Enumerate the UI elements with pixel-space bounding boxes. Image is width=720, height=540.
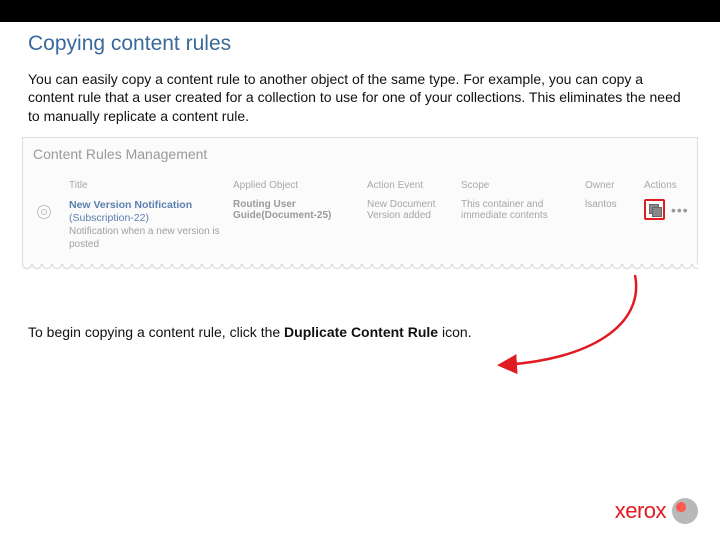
col-action: Action Event [367,180,457,191]
logo-sphere-icon [672,498,698,524]
panel-title: Content Rules Management [33,146,687,162]
logo-text: xerox [615,498,666,524]
page-title: Copying content rules [28,32,692,56]
page-content: Copying content rules You can easily cop… [0,22,720,340]
col-scope: Scope [461,180,581,191]
rule-subtitle: (Subscription-22) [69,212,229,224]
torn-edge-decoration [22,264,698,274]
cell-actions: ••• [644,199,704,220]
col-applied: Applied Object [233,180,363,191]
cell-title: New Version Notification (Subscription-2… [69,199,229,251]
rule-title-link[interactable]: New Version Notification [69,199,229,211]
intro-paragraph: You can easily copy a content rule to an… [28,70,692,125]
instruction-caption: To begin copying a content rule, click t… [28,324,692,340]
more-actions-icon[interactable]: ••• [671,203,689,217]
cell-scope: This container and immediate contents [461,199,581,221]
duplicate-rule-highlight [644,199,665,220]
icon-name-bold: Duplicate Content Rule [284,324,438,340]
rule-description: Notification when a new version is poste… [69,226,229,251]
cell-action: New Document Version added [367,199,457,221]
xerox-logo: xerox [615,498,698,524]
cell-owner: lsantos [585,199,640,210]
table-header: Title Applied Object Action Event Scope … [33,180,687,191]
duplicate-icon[interactable] [649,204,660,215]
cell-applied[interactable]: Routing User Guide(Document-25) [233,199,363,221]
col-owner: Owner [585,180,640,191]
col-title: Title [69,180,229,191]
top-strip [0,0,720,22]
table-row: New Version Notification (Subscription-2… [33,199,687,251]
col-actions: Actions [644,180,704,191]
embedded-screenshot: Content Rules Management Title Applied O… [22,137,698,266]
gear-icon [37,205,51,219]
